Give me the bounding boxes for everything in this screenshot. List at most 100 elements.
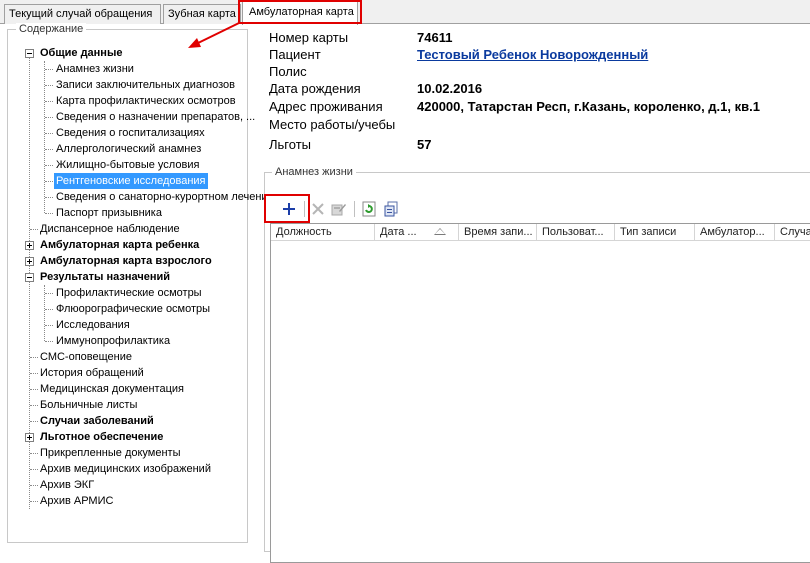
column-title: Тип записи: [620, 226, 677, 238]
expand-plus-icon[interactable]: [25, 433, 34, 442]
tree-item-label: Результаты назначений: [40, 271, 170, 283]
tree-connector: [45, 197, 53, 198]
column-title: Дата ...: [380, 226, 417, 238]
tree-item[interactable]: Амбулаторная карта взрослого: [22, 253, 248, 269]
card-number-label: Номер карты: [269, 30, 349, 45]
delete-button[interactable]: [308, 199, 328, 219]
tree-item[interactable]: История обращений: [22, 365, 248, 381]
collapse-minus-icon[interactable]: [25, 49, 34, 58]
tree-connector: [45, 165, 53, 166]
tree-item-label: Прикрепленные документы: [40, 447, 181, 459]
tree-item[interactable]: Больничные листы: [22, 397, 248, 413]
tree-item-label: Льготное обеспечение: [40, 431, 164, 443]
tree-item-label: Записи заключительных диагнозов: [56, 79, 235, 91]
column-header-case[interactable]: Случа...: [775, 224, 810, 241]
anamnesis-group: Анамнез жизни Должность Дата ... Время з…: [264, 166, 810, 563]
tree-item[interactable]: Аллергологический анамнез: [22, 141, 248, 157]
column-header-user[interactable]: Пользоват...: [537, 224, 615, 241]
tree-connector: [45, 69, 53, 70]
column-header-record-time[interactable]: Время запи...: [459, 224, 537, 241]
tree-item[interactable]: Карта профилактических осмотров: [22, 93, 248, 109]
export-button[interactable]: [382, 199, 402, 219]
expand-plus-icon[interactable]: [25, 257, 34, 266]
tree-connector: [30, 405, 38, 406]
edit-icon: [331, 204, 346, 216]
tree-connector: [45, 101, 53, 102]
grid-header: Должность Дата ... Время запи... Пользов…: [271, 224, 810, 241]
tree-item[interactable]: Общие данные: [22, 45, 248, 61]
tree-item-label: СМС-оповещение: [40, 351, 133, 363]
tab-label: Амбулаторная карта: [249, 6, 354, 18]
toolbar-separator: [304, 201, 305, 217]
tree-item[interactable]: Флюорографические осмотры: [22, 301, 248, 317]
tree-connector: [30, 229, 38, 230]
tree-item[interactable]: Архив ЭКГ: [22, 477, 248, 493]
tab-strip: Текущий случай обращения Зубная карта Ам…: [0, 0, 810, 25]
tree-item[interactable]: Льготное обеспечение: [22, 429, 248, 445]
tree-item[interactable]: Прикрепленные документы: [22, 445, 248, 461]
tree-connector: [30, 421, 38, 422]
toolbar-separator: [354, 201, 355, 217]
column-header-record-type[interactable]: Тип записи: [615, 224, 695, 241]
tree-item[interactable]: Результаты назначений: [22, 269, 248, 285]
column-title: Должность: [276, 226, 332, 238]
tab-current-case[interactable]: Текущий случай обращения: [4, 4, 161, 24]
edit-button[interactable]: [329, 199, 349, 219]
refresh-icon: [362, 201, 376, 217]
anamnesis-toolbar: [271, 197, 810, 221]
column-title: Пользоват...: [542, 226, 604, 238]
tree-item-label: Рентгеновские исследования: [54, 173, 208, 189]
tree-connector: [45, 309, 53, 310]
tree-item[interactable]: Архив медицинских изображений: [22, 461, 248, 477]
tree-item-label: Карта профилактических осмотров: [56, 95, 236, 107]
tree-connector: [45, 325, 53, 326]
tree-item[interactable]: Иммунопрофилактика: [22, 333, 248, 349]
refresh-button[interactable]: [359, 199, 379, 219]
tree-item[interactable]: Жилищно-бытовые условия: [22, 157, 248, 173]
tree-item[interactable]: Рентгеновские исследования: [22, 173, 248, 189]
policy-label: Полис: [269, 64, 307, 79]
collapse-minus-icon[interactable]: [25, 273, 34, 282]
tree-item[interactable]: Записи заключительных диагнозов: [22, 77, 248, 93]
tab-outpatient-card[interactable]: Амбулаторная карта: [242, 0, 358, 25]
tree-connector: [45, 133, 53, 134]
patient-name-link[interactable]: Тестовый Ребенок Новорожденный: [417, 47, 648, 62]
tree-item[interactable]: Случаи заболеваний: [22, 413, 248, 429]
tree-item[interactable]: Диспансерное наблюдение: [22, 221, 248, 237]
tree-item[interactable]: Сведения о санаторно-курортном лечении: [22, 189, 274, 205]
tree-item[interactable]: Архив АРМИС: [22, 493, 248, 509]
tree-item[interactable]: Паспорт призывника: [22, 205, 248, 221]
tree-connector: [45, 85, 53, 86]
tree-item[interactable]: Медицинская документация: [22, 381, 248, 397]
tree-item-label: Больничные листы: [40, 399, 138, 411]
plus-icon: [283, 203, 295, 215]
column-title: Случа...: [780, 226, 810, 238]
expand-plus-icon[interactable]: [25, 241, 34, 250]
sort-ascending-icon: [434, 228, 446, 235]
tree-connector: [45, 293, 53, 294]
tree-item[interactable]: Сведения о госпитализациях: [22, 125, 248, 141]
tree-connector: [30, 389, 38, 390]
tree-connector: [45, 213, 53, 214]
column-title: Время запи...: [464, 226, 533, 238]
tab-dental-card[interactable]: Зубная карта: [163, 4, 241, 24]
patient-label: Пациент: [269, 47, 321, 62]
column-header-date[interactable]: Дата ...: [375, 224, 459, 241]
tree-item[interactable]: Профилактические осмотры: [22, 285, 248, 301]
contents-legend: Содержание: [16, 23, 87, 35]
tree-connector: [30, 501, 38, 502]
add-button[interactable]: [279, 199, 299, 219]
tree-item[interactable]: Анамнез жизни: [22, 61, 248, 77]
column-header-outpatient[interactable]: Амбулатор...: [695, 224, 775, 241]
birth-date-value: 10.02.2016: [417, 81, 483, 96]
column-header-position[interactable]: Должность: [271, 224, 375, 241]
tree-item[interactable]: Исследования: [22, 317, 248, 333]
tree-item-label: Медицинская документация: [40, 383, 184, 395]
tree-item[interactable]: СМС-оповещение: [22, 349, 248, 365]
tree-item-label: Архив ЭКГ: [40, 479, 95, 491]
tree-item[interactable]: Сведения о назначении препаратов, ...: [22, 109, 255, 125]
tab-label: Зубная карта: [168, 8, 236, 20]
tree-item-label: Амбулаторная карта взрослого: [40, 255, 212, 267]
tree-item[interactable]: Амбулаторная карта ребенка: [22, 237, 248, 253]
tree-connector: [45, 149, 53, 150]
